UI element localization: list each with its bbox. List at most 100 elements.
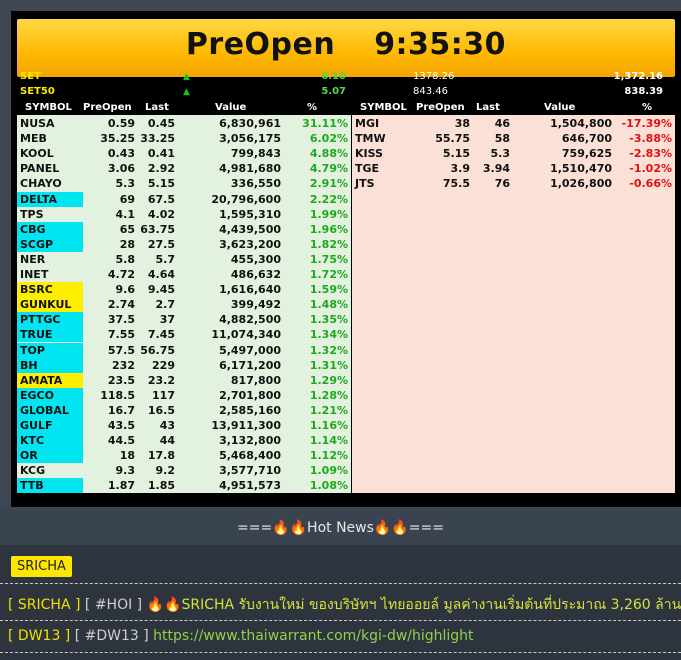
value-cell: 646,700 <box>561 132 612 146</box>
news-item[interactable]: [ SRICHA ] [ #HOI ] 🔥🔥SRICHA รับงานใหม่ … <box>8 594 681 616</box>
news-ticker[interactable]: [ SRICHA ] <box>8 597 80 613</box>
table-row[interactable]: TRUE 7.55 7.45 11,074,340 1.34% <box>17 327 351 343</box>
news-ticker[interactable]: [ DW13 ] <box>8 628 70 644</box>
table-row[interactable]: TPS 4.1 4.02 1,595,310 1.99% <box>17 207 351 222</box>
table-row[interactable]: SCGP 28 27.5 3,623,200 1.82% <box>17 236 351 252</box>
preopen-cell: 2.74 <box>107 298 135 312</box>
preopen-cell: 28 <box>119 237 135 251</box>
value-cell: 399,492 <box>230 298 281 312</box>
value-cell: 1,595,310 <box>219 207 281 221</box>
pct-cell: 1.75% <box>309 252 348 266</box>
preopen-cell: 16.7 <box>107 403 135 417</box>
preopen-cell: 3.9 <box>450 162 471 176</box>
last-cell: 229 <box>152 358 175 372</box>
value-cell: 11,074,340 <box>211 328 281 342</box>
table-row[interactable]: CBG 65 63.75 4,439,500 1.96% <box>17 221 351 237</box>
table-row[interactable]: BH 232 229 6,171,200 1.31% <box>17 357 351 373</box>
preopen-cell: 18 <box>119 449 135 463</box>
preopen-cell: 43.5 <box>107 419 135 432</box>
table-row[interactable]: GULF 43.5 43 13,911,300 1.16% <box>17 418 351 433</box>
table-row[interactable]: GLOBAL 16.7 16.5 2,585,160 1.21% <box>17 402 351 418</box>
up-arrow-icon: ▲ <box>183 72 190 82</box>
table-row[interactable]: MEB 35.25 33.25 3,056,175 6.02% <box>17 131 351 146</box>
pct-cell: -2.83% <box>629 147 672 161</box>
pct-cell: -0.66% <box>629 177 672 191</box>
preopen-cell: 4.1 <box>115 207 136 221</box>
pct-cell: 1.08% <box>309 479 348 493</box>
table-row[interactable]: TMW 55.75 58 646,700 -3.88% <box>352 131 675 146</box>
news-hashtag[interactable]: [ #DW13 ] <box>75 628 149 644</box>
table-row[interactable]: DELTA 69 67.5 20,796,600 2.22% <box>17 191 351 207</box>
symbol-cell: JTS <box>355 177 375 191</box>
col-preopen: PreOpen <box>416 102 465 113</box>
table-row[interactable]: PTTGC 37.5 37 4,882,500 1.35% <box>17 312 351 328</box>
pct-cell: -3.88% <box>629 132 672 146</box>
symbol-cell: TTB <box>17 478 83 494</box>
divider <box>0 583 681 584</box>
table-row[interactable]: TGE 3.9 3.94 1,510,470 -1.02% <box>352 161 675 176</box>
col-value: Value <box>544 102 576 113</box>
table-row[interactable]: EGCO 118.5 117 2,701,800 1.28% <box>17 387 351 403</box>
preopen-cell: 5.3 <box>115 177 136 191</box>
value-cell: 3,132,800 <box>219 434 281 448</box>
index-change: 5.07 <box>321 86 346 97</box>
col-symbol: SYMBOL <box>360 102 407 113</box>
gainers-table: SYMBOL PreOpen Last Value % NUSA 0.59 0.45… <box>17 101 351 494</box>
news-hashtag[interactable]: [ #HOI ] <box>85 597 142 613</box>
table-row[interactable]: PANEL 3.06 2.92 4,981,680 4.79% <box>17 161 351 176</box>
pct-cell: 4.88% <box>309 147 348 161</box>
table-row[interactable]: TOP 57.5 56.75 5,497,000 1.32% <box>17 342 351 358</box>
news-text[interactable]: 🔥🔥SRICHA รับงานใหม่ ของบริษัทฯ ไทยออยล์ … <box>147 597 681 613</box>
preopen-cell: 35.25 <box>100 132 135 146</box>
symbol-cell: NER <box>20 252 46 266</box>
index-change: 6.10 <box>321 71 346 82</box>
table-row[interactable]: OR 18 17.8 5,468,400 1.12% <box>17 448 351 464</box>
table-row[interactable]: AMATA 23.5 23.2 817,800 1.29% <box>17 372 351 388</box>
table-row[interactable]: TTB 1.87 1.85 4,951,573 1.08% <box>17 478 351 494</box>
news-tag-sricha[interactable]: SRICHA <box>11 556 72 577</box>
col-value: Value <box>215 102 247 113</box>
preopen-cell: 118.5 <box>100 388 135 402</box>
news-link[interactable]: https://www.thaiwarrant.com/kgi-dw/highl… <box>153 628 473 644</box>
symbol-cell: KCG <box>20 464 46 478</box>
symbol-cell: MGI <box>355 117 380 130</box>
col-last: Last <box>145 102 169 113</box>
symbol-cell: GUNKUL <box>17 297 83 313</box>
symbol-cell: MEB <box>20 132 47 146</box>
value-cell: 2,585,160 <box>219 403 281 417</box>
last-cell: 9.45 <box>147 283 175 297</box>
news-item[interactable]: [ DW13 ] [ #DW13 ] https://www.thaiwarra… <box>8 628 474 644</box>
table-row[interactable]: CHAYO 5.3 5.15 336,550 2.91% <box>17 176 351 191</box>
table-row[interactable]: KOOL 0.43 0.41 799,843 4.88% <box>17 146 351 161</box>
table-row[interactable]: INET 4.72 4.64 486,632 1.72% <box>17 267 351 282</box>
table-row[interactable]: BSRC 9.6 9.45 1,616,640 1.59% <box>17 282 351 298</box>
table-row[interactable]: JTS 75.5 76 1,026,800 -0.66% <box>352 176 675 191</box>
divider <box>0 652 681 653</box>
pct-cell: 4.79% <box>309 162 348 176</box>
table-header: SYMBOL PreOpen Last Value % <box>17 101 351 115</box>
last-cell: 17.8 <box>147 449 175 463</box>
pct-cell: 31.11% <box>302 117 348 130</box>
table-row[interactable]: KTC 44.5 44 3,132,800 1.14% <box>17 433 351 449</box>
pct-cell: 2.91% <box>309 177 348 191</box>
last-cell: 37 <box>159 313 175 327</box>
table-row[interactable]: GUNKUL 2.74 2.7 399,492 1.48% <box>17 297 351 313</box>
table-row[interactable]: NER 5.8 5.7 455,300 1.75% <box>17 252 351 267</box>
table-row[interactable]: NUSA 0.59 0.45 6,830,961 31.11% <box>17 116 351 131</box>
table-row[interactable]: MGI 38 46 1,504,800 -17.39% <box>352 116 675 131</box>
preopen-cell: 3.06 <box>107 162 135 176</box>
last-cell: 7.45 <box>147 328 175 342</box>
preopen-cell: 5.8 <box>115 252 136 266</box>
symbol-cell: TGE <box>355 162 380 176</box>
preopen-cell: 0.59 <box>107 117 135 130</box>
table-row[interactable]: KISS 5.15 5.3 759,625 -2.83% <box>352 146 675 161</box>
table-row[interactable]: KCG 9.3 9.2 3,577,710 1.09% <box>17 463 351 478</box>
preopen-banner: PreOpen 9:35:30 <box>17 19 675 77</box>
symbol-cell: NUSA <box>20 117 55 130</box>
pct-cell: 1.96% <box>309 222 348 236</box>
col-last: Last <box>476 102 500 113</box>
index-name: SET <box>20 71 41 82</box>
last-cell: 5.7 <box>155 252 176 266</box>
index-prev: 1378.26 <box>413 71 455 82</box>
last-cell: 5.3 <box>490 147 511 161</box>
